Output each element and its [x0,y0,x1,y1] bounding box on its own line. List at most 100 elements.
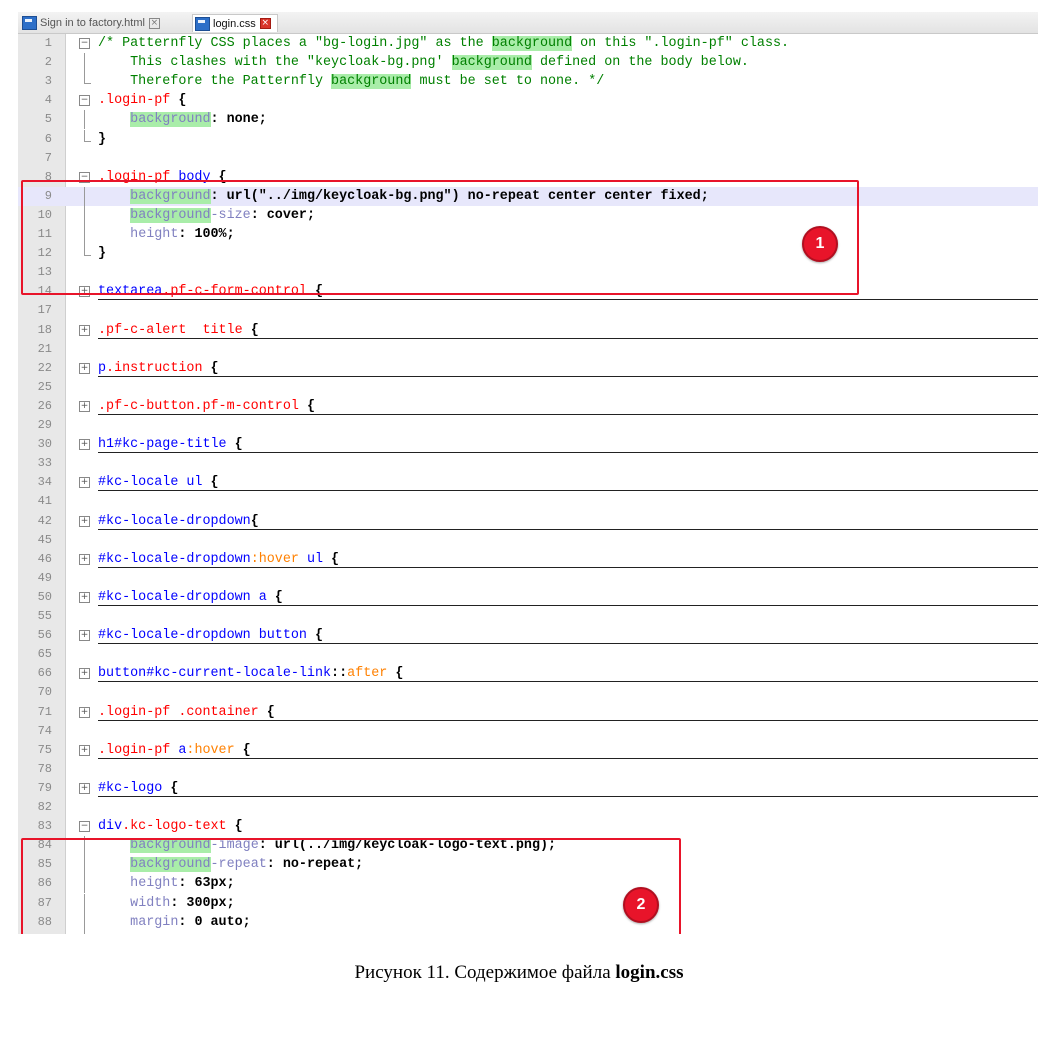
fold-expand-icon[interactable]: + [79,553,90,565]
code-line[interactable]: 33 [18,454,1038,473]
code-token: { [387,666,404,682]
code-token: #kc-locale-dropdown [98,589,251,605]
code-line[interactable]: 74 [18,722,1038,741]
code-token: .pf-c-button.pf-m-control [98,398,299,414]
code-line[interactable]: 46 + #kc-locale-dropdown:hover ul { [18,550,1038,569]
code-line[interactable]: 30 + h1#kc-page-title { [18,435,1038,454]
line-number: 29 [37,418,52,432]
code-token: a [250,589,267,605]
highlight-box-2 [21,838,681,934]
line-number: 2 [44,55,52,70]
code-editor[interactable]: 1−/* Patternfly CSS places a "bg-login.j… [18,34,1038,934]
code-token: .instruction [106,360,203,376]
code-line[interactable]: 42 + #kc-locale-dropdown{ [18,512,1038,531]
code-line[interactable]: 78 [18,760,1038,779]
code-line[interactable]: 18 + .pf-c-alert title { [18,321,1038,340]
line-number: 18 [37,322,52,337]
code-line[interactable]: 50 + #kc-locale-dropdown a { [18,588,1038,607]
line-number: 33 [37,456,52,471]
line-number: 25 [37,379,52,394]
fold-expand-icon[interactable]: + [79,706,90,718]
code-line[interactable]: 5 background: none; [18,110,1038,130]
line-number: 21 [37,341,52,356]
fold-collapse-icon[interactable]: − [79,95,90,107]
code-token: after [347,666,388,682]
fold-expand-icon[interactable]: + [79,591,90,603]
code-line[interactable]: 6} [18,129,1038,149]
code-line[interactable]: 29 [18,416,1038,435]
code-line[interactable]: 75 + .login-pf a:hover { [18,741,1038,760]
code-token: { [250,513,259,529]
search-match: background [491,36,573,51]
line-number: 55 [37,609,52,623]
fold-expand-icon[interactable]: + [79,400,90,412]
code-line[interactable]: 55 [18,607,1038,626]
annotation-badge-1: 1 [802,226,838,262]
fold-expand-icon[interactable]: + [79,515,90,527]
caption-filename: login.css [615,962,684,983]
close-icon[interactable]: × [148,17,160,29]
fold-expand-icon[interactable]: + [79,744,90,756]
code-token: : none; [210,112,267,128]
code-line[interactable]: 21 [18,340,1038,359]
fold-separator [98,413,1038,415]
code-token: { [298,398,315,414]
fold-expand-icon[interactable]: + [79,477,90,489]
code-token: #kc-locale-dropdown [98,513,251,529]
code-token: div [98,819,123,835]
code-token: { [226,819,243,835]
line-number: 70 [37,685,52,700]
code-line[interactable]: 70 [18,683,1038,702]
code-token: #kc-logo [98,780,163,796]
highlight-box-1 [21,180,859,295]
code-line[interactable]: 79 + #kc-logo { [18,779,1038,798]
close-icon[interactable]: × [259,18,271,29]
code-line[interactable]: 56 + #kc-locale-dropdown button { [18,626,1038,645]
fold-expand-icon[interactable]: + [79,324,90,336]
fold-collapse-icon[interactable]: − [79,821,90,833]
code-line[interactable]: 26 + .pf-c-button.pf-m-control { [18,397,1038,416]
line-number: 66 [37,666,52,681]
code-token: .kc-logo-text [122,819,227,835]
tab-login-css[interactable]: login.css × [192,14,278,32]
fold-collapse-icon[interactable]: − [79,38,90,49]
code-line[interactable]: 34 + #kc-locale ul { [18,473,1038,492]
code-line[interactable]: 66 + button#kc-current-locale-link::after … [18,664,1038,683]
code-line[interactable]: 71 + .login-pf .container { [18,703,1038,722]
code-token: defined on the body below. [531,55,749,71]
search-match: background [451,55,532,71]
code-line[interactable]: 1 −/* Patternfly CSS places a "bg-login.j… [18,34,1038,53]
code-line[interactable]: 65 [18,645,1038,664]
code-token: must be set to none. */ [411,74,605,90]
code-line[interactable]: 45 [18,531,1038,550]
code-line[interactable]: 83 − div.kc-logo-text { [18,817,1038,836]
line-number: 75 [37,742,52,757]
code-line[interactable]: 25 [18,378,1038,397]
fold-expand-icon[interactable]: + [79,439,90,451]
code-line[interactable]: 4 − .login-pf { [18,91,1038,110]
code-token: a [170,742,187,758]
code-token: .pf-c-alert title [98,322,243,338]
code-token: { [258,704,275,720]
code-line[interactable]: 3 Therefore the Patternfly background mu… [18,72,1038,91]
fold-expand-icon[interactable]: + [79,630,90,642]
code-token: h1 [98,437,115,453]
code-line[interactable]: 82 [18,798,1038,817]
fold-expand-icon[interactable]: + [79,782,90,794]
fold-guide [84,53,85,73]
code-line[interactable]: 22 + p.instruction { [18,359,1038,378]
code-text: Therefore the Patternfly background must… [98,72,604,91]
fold-expand-icon[interactable]: + [79,668,90,680]
code-line[interactable]: 17 [18,301,1038,320]
code-line[interactable]: 7 [18,149,1038,168]
tab-sign-in-html[interactable]: Sign in to factory.html × [20,14,190,32]
line-number: 42 [37,513,52,528]
code-line[interactable]: 49 [18,569,1038,588]
code-token: button [250,628,307,644]
fold-end-guide [84,72,91,85]
code-token: { [202,475,219,491]
code-line[interactable]: 2 This clashes with the "keycloak-bg.png… [18,53,1038,73]
fold-expand-icon[interactable]: + [79,362,90,374]
code-line[interactable]: 41 [18,492,1038,511]
line-number: 83 [37,819,52,834]
